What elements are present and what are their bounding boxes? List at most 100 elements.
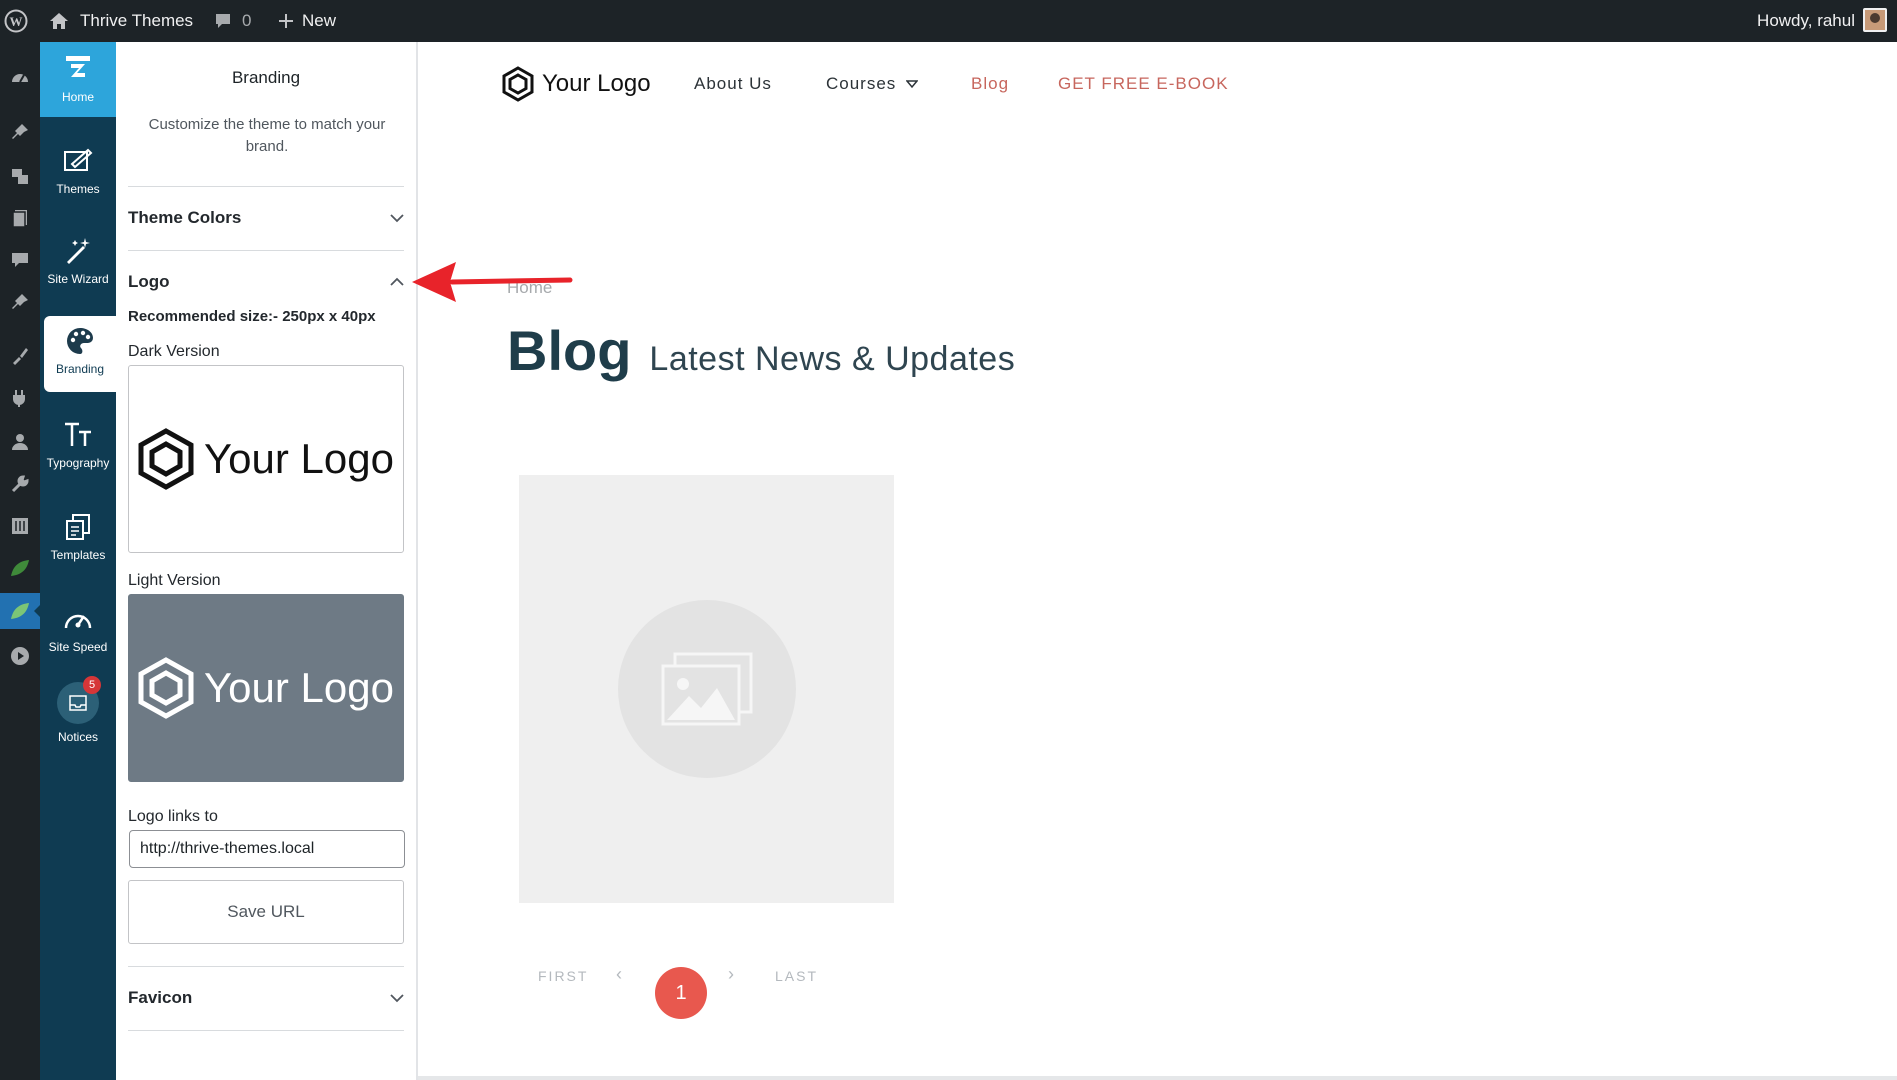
tools-icon[interactable] (0, 466, 40, 502)
dark-version-label: Dark Version (128, 343, 220, 360)
site-name-link[interactable]: Thrive Themes (80, 0, 193, 42)
sidebar-item-branding[interactable]: Branding (44, 316, 116, 392)
post-thumbnail[interactable] (519, 475, 894, 903)
chevron-up-icon (390, 277, 404, 286)
sidebar-item-label: Notices (57, 730, 98, 744)
sidebar-item-templates[interactable]: Templates (40, 512, 116, 562)
divider (128, 1030, 404, 1031)
notices-button[interactable]: 5 (57, 676, 101, 724)
favicon-toggle[interactable]: Favicon (128, 988, 404, 1008)
pagination-first[interactable]: FIRST (538, 968, 588, 984)
sidebar-item-typography[interactable]: Typography (40, 420, 116, 470)
dark-logo-upload[interactable]: Your Logo (128, 365, 404, 553)
sidebar-item-themes[interactable]: Themes (40, 146, 116, 196)
site-preview: Your Logo About Us Courses Blog GET FREE… (418, 42, 1897, 1080)
hexagon-logo-icon (138, 428, 194, 490)
comments-icon[interactable] (0, 242, 40, 278)
appearance-icon[interactable] (0, 338, 40, 374)
nav-label: About Us (694, 74, 772, 93)
comments-link[interactable]: 0 (214, 0, 251, 42)
sidebar-item-label: Home (61, 90, 94, 104)
annotation-arrow-icon (412, 262, 573, 302)
branding-panel: Branding Customize the theme to match yo… (116, 42, 418, 1080)
section-label: Logo (128, 272, 170, 291)
media-icon[interactable] (0, 158, 40, 194)
hexagon-logo-icon (138, 657, 194, 719)
sidebar-item-home[interactable]: Home (40, 42, 116, 117)
section-label: Favicon (128, 988, 193, 1007)
nav-about[interactable]: About Us (694, 74, 772, 94)
magic-wand-icon (67, 238, 90, 264)
logo-text: Your Logo (204, 435, 394, 482)
posts-pin-icon[interactable] (0, 114, 40, 150)
inbox-icon (69, 695, 87, 711)
section-label: Theme Colors (128, 208, 242, 227)
thrive-dashboard-leaf-icon[interactable] (0, 593, 40, 629)
templates-icon (66, 514, 90, 540)
svg-text:W: W (10, 14, 23, 29)
theme-colors-toggle[interactable]: Theme Colors (128, 208, 404, 228)
light-logo-upload[interactable]: Your Logo (128, 594, 404, 782)
dashboard-icon[interactable] (0, 60, 40, 96)
light-version-label: Light Version (128, 572, 221, 589)
nav-blog[interactable]: Blog (971, 74, 1009, 94)
wp-admin-menu (0, 42, 40, 1080)
save-url-button[interactable]: Save URL (128, 880, 404, 944)
settings-icon[interactable] (0, 508, 40, 544)
themes-icon (64, 148, 93, 171)
logo-links-label: Logo links to (128, 808, 218, 825)
sidebar-item-label: Branding (55, 362, 105, 376)
chevron-down-icon (390, 994, 404, 1003)
plus-icon (279, 14, 293, 28)
recommended-size: Recommended size:- 250px x 40px (128, 308, 376, 325)
thrive-sidebar: Home Themes Site Wizard Branding Typogra… (40, 42, 116, 1080)
pin-icon[interactable] (0, 284, 40, 320)
sidebar-item-label: Typography (46, 456, 110, 470)
pagination-next[interactable]: › (728, 964, 736, 985)
nav-label: Blog (971, 74, 1010, 93)
users-icon[interactable] (0, 424, 40, 460)
sidebar-item-site-wizard[interactable]: Site Wizard (40, 236, 116, 286)
nav-label: Courses (826, 74, 897, 93)
leaf-icon[interactable] (0, 550, 40, 586)
admin-bar: W Thrive Themes 0 New Howdy, rahul (0, 0, 1897, 42)
divider (128, 250, 404, 251)
pages-icon[interactable] (0, 200, 40, 236)
wordpress-logo-icon[interactable]: W (4, 0, 30, 42)
howdy-user[interactable]: Howdy, rahul (1757, 0, 1855, 42)
sidebar-item-notices[interactable]: 5 Notices (40, 676, 116, 744)
home-icon[interactable] (48, 0, 70, 42)
sidebar-item-label: Themes (56, 182, 100, 196)
hexagon-logo-icon (502, 66, 534, 102)
logo-url-input[interactable] (129, 830, 405, 868)
plugins-icon[interactable] (0, 380, 40, 416)
page-subtitle: Latest News & Updates (649, 340, 1016, 378)
panel-description: Customize the theme to match your brand. (148, 116, 386, 155)
palette-icon (67, 328, 93, 354)
page-title: Blog Latest News & Updates (507, 318, 1015, 383)
nav-ebook[interactable]: GET FREE E-BOOK (1058, 74, 1229, 94)
speedometer-icon (64, 614, 92, 629)
pagination-prev[interactable]: ‹ (616, 964, 624, 985)
preview-bottom-bar (418, 1076, 1897, 1080)
new-content-link[interactable]: New (278, 0, 336, 42)
notices-badge: 5 (83, 676, 101, 694)
avatar[interactable] (1863, 8, 1887, 32)
divider (128, 966, 404, 967)
sidebar-item-label: Templates (50, 548, 106, 562)
nav-courses[interactable]: Courses (826, 74, 919, 94)
comment-icon (216, 14, 230, 28)
typography-icon (65, 422, 91, 446)
sidebar-item-label: Site Speed (48, 640, 108, 654)
site-logo[interactable]: Your Logo (502, 66, 651, 102)
divider (128, 186, 404, 187)
panel-title: Branding (231, 68, 301, 87)
comments-count: 0 (242, 11, 252, 30)
pagination-current[interactable]: 1 (655, 967, 707, 1019)
sidebar-item-site-speed[interactable]: Site Speed (40, 604, 116, 654)
nav-label: GET FREE E-BOOK (1058, 74, 1229, 93)
logo-toggle[interactable]: Logo (128, 272, 404, 292)
play-icon[interactable] (0, 638, 40, 674)
image-placeholder-icon (661, 652, 752, 726)
pagination-last[interactable]: LAST (775, 968, 818, 984)
